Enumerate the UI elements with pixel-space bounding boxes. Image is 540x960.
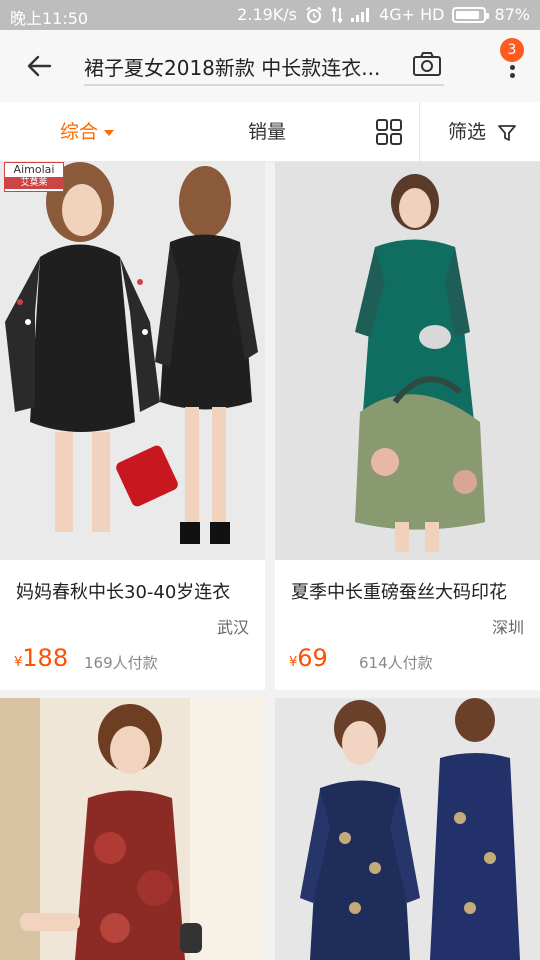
product-title: 夏季中长重磅蚕丝大码印花 (291, 582, 507, 603)
network-type: 4G+ HD (379, 5, 445, 24)
filter-divider (419, 102, 420, 162)
product-card[interactable] (275, 698, 540, 960)
caret-down-icon (104, 129, 115, 136)
battery-icon (452, 6, 490, 23)
alarm-icon (306, 6, 322, 23)
product-title: 妈妈春秋中长30-40岁连衣 (16, 582, 231, 603)
sales-count: 614人付款 (359, 654, 433, 672)
status-time: 晚上11:50 (10, 9, 89, 28)
product-location: 武汉 (216, 618, 249, 637)
search-field[interactable]: 裙子夏女2018新款 中长款连衣... (84, 46, 444, 86)
camera-icon[interactable] (412, 50, 442, 78)
funnel-icon (498, 124, 516, 141)
product-card[interactable]: 夏季中长重磅蚕丝大码印花 深圳 ¥69 614人付款 (275, 162, 540, 690)
product-price: ¥69 (289, 644, 328, 672)
back-arrow-icon[interactable] (22, 48, 58, 84)
brand-logo-subtext: 艾莫莱 (5, 177, 63, 189)
tab-filter-label: 筛选 (448, 121, 487, 143)
product-image (275, 162, 540, 560)
notification-badge: 3 (500, 38, 524, 62)
battery-percent: 87% (494, 5, 530, 24)
network-speed: 2.19K/s (237, 5, 298, 24)
product-location: 深圳 (491, 618, 524, 637)
product-price: ¥188 (14, 644, 68, 672)
product-image (275, 698, 540, 960)
signal-icon (351, 7, 370, 22)
tab-sales[interactable]: 销量 (248, 102, 286, 162)
brand-logo: Aimolai 艾莫莱 (4, 162, 64, 192)
brand-logo-text: Aimolai (13, 163, 55, 176)
sort-filter-bar: 综合 销量 筛选 (0, 102, 540, 162)
data-transfer-icon (331, 5, 343, 24)
product-card[interactable] (0, 698, 265, 960)
tab-filter[interactable]: 筛选 (448, 102, 516, 162)
product-card[interactable]: Aimolai 艾莫莱 妈妈春秋中长30-40岁连衣 武汉 ¥188 169人付… (0, 162, 265, 690)
tab-sales-label: 销量 (248, 121, 287, 143)
tab-comprehensive[interactable]: 综合 (60, 102, 115, 162)
grid-view-icon[interactable] (376, 119, 402, 145)
search-query-text[interactable]: 裙子夏女2018新款 中长款连衣... (84, 52, 404, 81)
tab-comprehensive-label: 综合 (60, 121, 99, 143)
sales-count: 169人付款 (84, 654, 158, 672)
price-value: 188 (22, 644, 69, 672)
price-value: 69 (297, 644, 328, 672)
product-image (0, 162, 265, 560)
status-bar: 晚上11:50 2.19K/s 4G+ HD 87% (0, 0, 540, 30)
status-indicators: 2.19K/s 4G+ HD 87% (237, 5, 530, 24)
app-bar: 裙子夏女2018新款 中长款连衣... 3 (0, 30, 540, 102)
product-image (0, 698, 265, 960)
